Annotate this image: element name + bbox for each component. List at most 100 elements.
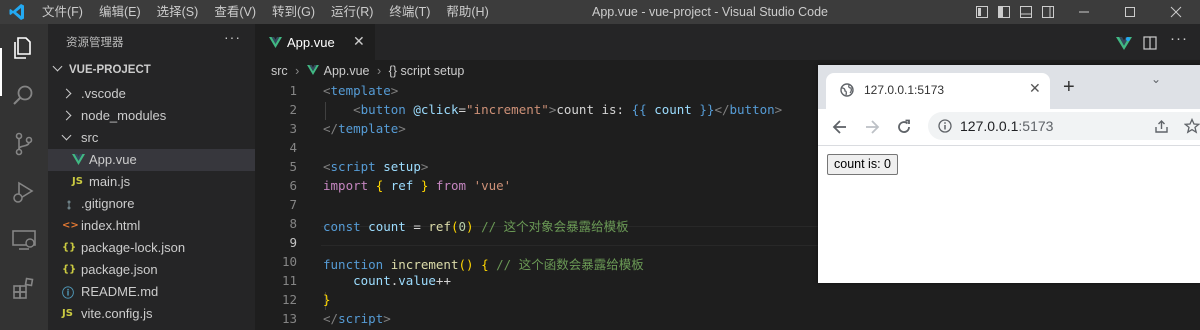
tree-label: vite.config.js [81,306,153,321]
split-editor-icon[interactable] [1142,35,1158,51]
html-file-icon: <> [62,220,79,231]
code-token: increment [390,257,459,272]
tab-app-vue[interactable]: App.vue ✕ [255,24,375,60]
bookmark-star-icon[interactable] [1184,118,1200,134]
menu-bar: 文件(F) 编辑(E) 选择(S) 查看(V) 转到(G) 运行(R) 终端(T… [42,0,505,24]
chevron-down-icon [52,61,63,72]
tree-label: main.js [89,174,131,189]
vscode-logo-icon [9,4,24,20]
menu-edit[interactable]: 编辑(E) [99,0,141,24]
code-token: count [368,219,406,234]
tree-item-index-html[interactable]: <> index.html [48,215,255,237]
tree-item-src[interactable]: src [48,127,255,149]
menu-go[interactable]: 转到(G) [272,0,315,24]
customize-layout-icon[interactable] [974,4,990,20]
code-token: // 这个对象会暴露给模板 [481,219,629,234]
code-token: button [360,102,406,117]
tree-item-app-vue[interactable]: App.vue [48,149,255,171]
minimize-icon[interactable] [1076,4,1092,20]
code-token: } [323,292,331,307]
tree-label: package.json [81,262,158,277]
extensions-icon[interactable] [10,274,38,302]
menu-file[interactable]: 文件(F) [42,0,83,24]
breadcrumb-script-setup[interactable]: {} script setup [389,64,465,78]
source-control-icon[interactable] [10,130,38,158]
line-number: 11 [281,273,297,288]
chevron-down-icon[interactable]: ⌄ [1151,72,1161,86]
code-line: import { ref } from 'vue' [323,178,512,193]
project-header[interactable]: VUE-PROJECT [52,61,151,76]
code-line: </template> [323,121,406,136]
tree-item-main-js[interactable]: JS main.js [48,171,255,193]
info-icon[interactable] [938,119,952,133]
reload-icon[interactable] [896,119,912,135]
line-number: 9 [289,235,297,250]
address-host: 127.0.0.1 [960,118,1019,134]
code-line: count.value++ [353,273,451,288]
line-number: 6 [289,178,297,193]
toggle-secondary-sidebar-icon[interactable] [1040,4,1056,20]
new-tab-icon[interactable]: + [1063,77,1075,97]
code-line: </script> [323,311,391,326]
close-tab-icon[interactable]: ✕ [1029,80,1041,97]
code-token: ++ [435,273,451,288]
forward-arrow-icon[interactable] [864,119,880,135]
active-indicator [0,48,2,96]
toggle-sidebar-icon[interactable] [996,4,1012,20]
code-token: setup [383,159,421,174]
tree-item-node-modules[interactable]: node_modules [48,105,255,127]
maximize-icon[interactable] [1122,4,1138,20]
js-file-icon: JS [62,308,73,319]
code-token: import [323,178,369,193]
tree-item-package-lock[interactable]: {} package-lock.json [48,237,255,259]
menu-selection[interactable]: 选择(S) [157,0,199,24]
code-token: 0 [458,219,467,234]
breadcrumb-app-vue[interactable]: App.vue [324,64,370,78]
editor-more-actions-icon[interactable]: ··· [1170,30,1188,47]
project-name: VUE-PROJECT [69,64,151,76]
json-file-icon: {} [62,264,77,275]
code-token: from [435,178,467,193]
line-number: 3 [289,121,297,136]
menu-view[interactable]: 查看(V) [214,0,256,24]
breadcrumb-src[interactable]: src [271,64,288,78]
json-file-icon: {} [62,242,77,253]
line-number: 1 [289,83,297,98]
explorer-icon[interactable] [10,34,38,62]
search-icon[interactable] [10,82,38,110]
code-token: template [330,83,391,98]
close-tab-icon[interactable]: ✕ [353,33,365,50]
menu-run[interactable]: 运行(R) [331,0,373,24]
address-bar[interactable]: 127.0.0.1:5173 [928,112,1200,140]
browser-tab[interactable]: 127.0.0.1:5173 ✕ [826,73,1050,109]
menu-help[interactable]: 帮助(H) [446,0,488,24]
back-arrow-icon[interactable] [832,119,848,135]
close-window-icon[interactable] [1168,4,1184,20]
tree-item-package-json[interactable]: {} package.json [48,259,255,281]
vue-preview-icon[interactable] [1116,35,1132,51]
remote-explorer-icon[interactable] [10,226,38,254]
share-icon[interactable] [1154,119,1169,134]
tree-item-vite-config[interactable]: JS vite.config.js [48,303,255,325]
code-line: } [323,292,331,307]
toggle-panel-icon[interactable] [1018,4,1034,20]
count-button[interactable]: count is: 0 [827,154,898,175]
code-token: ref [428,219,451,234]
tree-label: index.html [81,218,141,233]
line-number: 2 [289,102,297,117]
code-token: 'vue' [473,178,512,193]
tree-item-readme[interactable]: ⓘ README.md [48,281,255,303]
run-debug-icon[interactable] [10,178,38,206]
tree-item-gitignore[interactable]: .gitignore [48,193,255,215]
code-token: count [654,102,692,117]
vue-file-icon [306,65,319,75]
more-actions-button[interactable]: ··· [224,29,241,45]
breadcrumb: src › App.vue › {} script setup [271,64,468,82]
tree-item-vscode[interactable]: .vscode [48,83,255,105]
explorer-title: 资源管理器 [66,37,124,49]
line-number: 5 [289,159,297,174]
menu-terminal[interactable]: 终端(T) [389,0,430,24]
code-line: function increment() { // 这个函数会暴露给模板 [323,257,644,272]
code-token: script [338,311,384,326]
js-file-icon: JS [72,176,83,187]
